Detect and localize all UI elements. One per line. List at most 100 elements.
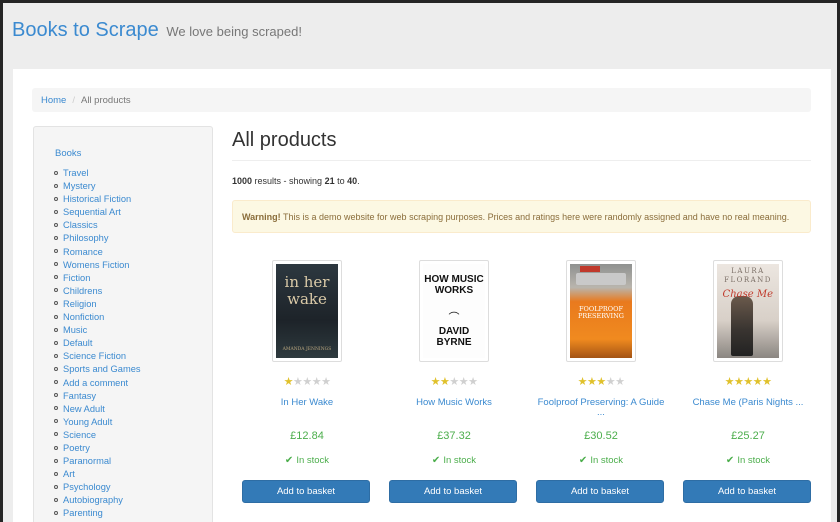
product-price: £37.32 (437, 430, 471, 442)
list-bullet-icon (54, 497, 58, 502)
add-to-basket-button[interactable]: Add to basket (242, 480, 370, 503)
list-bullet-icon (54, 196, 58, 201)
star-filled-icon: ★ (733, 376, 744, 388)
sidebar-category-link[interactable]: Fiction (63, 273, 90, 283)
site-brand[interactable]: Books to Scrape We love being scraped! (12, 19, 302, 42)
sidebar-category-link[interactable]: Nonfiction (63, 312, 104, 322)
add-to-basket-button[interactable]: Add to basket (683, 480, 811, 503)
sidebar-category-item: Autobiography (54, 494, 141, 507)
sidebar-category-link[interactable]: Poetry (63, 443, 90, 453)
product-title-ellipsis[interactable]: ... (536, 408, 666, 418)
list-bullet-icon (54, 314, 58, 319)
list-bullet-icon (54, 249, 58, 254)
sidebar-category-link[interactable]: Religion (63, 299, 97, 309)
cover-title: FOOLPROOF PRESERVING (577, 305, 624, 320)
list-bullet-icon (54, 484, 58, 489)
product-title-link[interactable]: Foolproof Preserving: A Guide ... (536, 396, 666, 418)
product-image-link[interactable]: FOOLPROOF PRESERVING (566, 260, 636, 362)
cover-title: in her wake (284, 273, 330, 308)
product-image-link[interactable]: LAURA FLORAND Chase Me (713, 260, 783, 362)
product-title-link[interactable]: Chase Me (Paris Nights ... (683, 396, 813, 410)
sidebar-category-item: Fantasy (54, 390, 141, 403)
sidebar-category-link[interactable]: New Adult (63, 404, 105, 414)
sidebar-category-link[interactable]: Science Fiction (63, 351, 126, 361)
book-cover-image[interactable]: LAURA FLORAND Chase Me (717, 264, 779, 358)
star-empty-icon: ★ (615, 376, 625, 388)
results-text-2: to (334, 176, 348, 186)
sidebar-category-item: Add a comment (54, 377, 141, 390)
product-price: £25.27 (731, 430, 765, 442)
sidebar-category-link[interactable]: Sports and Games (63, 364, 141, 374)
sidebar-category-link[interactable]: Paranormal (63, 456, 111, 466)
sidebar-category-item: Mystery (54, 180, 141, 193)
cover-author: AMANDA JENNINGS (282, 347, 332, 352)
sidebar-category-item: Young Adult (54, 416, 141, 429)
sidebar-category-link[interactable]: Classics (63, 220, 98, 230)
sidebar-category-link[interactable]: Historical Fiction (63, 194, 131, 204)
star-filled-icon: ★ (596, 376, 606, 388)
product-image-link[interactable]: in her wake AMANDA JENNINGS (272, 260, 342, 362)
list-bullet-icon (54, 183, 58, 188)
star-filled-icon: ★ (586, 376, 597, 388)
check-icon: ✔ (725, 455, 735, 466)
product-card: LAURA FLORAND Chase Me ★★★★★ Chase Me (P… (683, 257, 813, 507)
list-bullet-icon (54, 353, 58, 358)
sidebar-category-link[interactable]: Autobiography (63, 495, 123, 505)
cover-title: HOW MUSIC WORKS (424, 274, 484, 296)
category-sidebar: Books Travel Mystery Historical Fiction Seq… (33, 126, 213, 522)
add-to-basket-button[interactable]: Add to basket (536, 480, 664, 503)
book-cover-image[interactable]: FOOLPROOF PRESERVING (570, 264, 632, 358)
book-cover-image[interactable]: in her wake AMANDA JENNINGS (276, 264, 338, 358)
sidebar-category-link[interactable]: Romance (63, 247, 103, 257)
sidebar-category-link[interactable]: Add a comment (63, 378, 128, 388)
sidebar-category-link[interactable]: Psychology (63, 482, 111, 492)
sidebar-category-link[interactable]: Womens Fiction (63, 260, 129, 270)
sidebar-category-link[interactable]: Default (63, 338, 92, 348)
cover-badge (580, 266, 600, 272)
brand-link[interactable]: Books to Scrape (12, 19, 159, 41)
sidebar-category-item: Psychology (54, 481, 141, 494)
breadcrumb-home-link[interactable]: Home (41, 95, 66, 106)
sidebar-category-link[interactable]: Sequential Art (63, 207, 121, 217)
sidebar-category-link[interactable]: Art (63, 469, 75, 479)
product-image-link[interactable]: HOW MUSIC WORKS ⌒ DAVID BYRNE (419, 260, 489, 362)
results-to: 40 (347, 176, 358, 186)
sidebar-category-item: Paranormal (54, 455, 141, 468)
sidebar-category-link[interactable]: Mystery (63, 181, 96, 191)
sidebar-category-link[interactable]: Music (63, 325, 87, 335)
results-text-3: . (357, 176, 360, 186)
add-to-basket-button[interactable]: Add to basket (389, 480, 517, 503)
star-empty-icon: ★ (321, 376, 331, 388)
list-bullet-icon (54, 236, 58, 241)
sidebar-category-item: Romance (54, 246, 141, 259)
availability: ✔ In stock (536, 455, 666, 466)
list-bullet-icon (54, 406, 58, 411)
sidebar-category-item: New Adult (54, 403, 141, 416)
list-bullet-icon (54, 340, 58, 345)
breadcrumb-current: All products (80, 95, 131, 106)
results-total: 1000 (232, 176, 253, 186)
star-empty-icon: ★ (311, 376, 322, 388)
sidebar-category-link[interactable]: Science (63, 430, 96, 440)
title-divider (232, 160, 811, 161)
warning-text: This is a demo website for web scraping … (280, 212, 790, 222)
sidebar-category-item: Poetry (54, 442, 141, 455)
sidebar-category-link[interactable]: Parenting (63, 508, 103, 518)
sidebar-books-link[interactable]: Books (55, 148, 81, 159)
star-empty-icon: ★ (302, 376, 312, 388)
sidebar-category-link[interactable]: Childrens (63, 286, 102, 296)
sidebar-category-link[interactable]: Travel (63, 168, 89, 178)
sidebar-category-link[interactable]: Fantasy (63, 391, 96, 401)
list-bullet-icon (54, 288, 58, 293)
sidebar-category-link[interactable]: Philosophy (63, 233, 108, 243)
star-filled-icon: ★ (577, 376, 588, 388)
sidebar-category-item: Religion (54, 298, 141, 311)
tagline: We love being scraped! (166, 24, 302, 39)
product-title-link[interactable]: In Her Wake (242, 396, 372, 410)
book-cover-image[interactable]: HOW MUSIC WORKS ⌒ DAVID BYRNE (423, 264, 485, 358)
list-bullet-icon (54, 301, 58, 306)
sidebar-category-item: Childrens (54, 285, 141, 298)
sidebar-category-link[interactable]: Young Adult (63, 417, 112, 427)
sidebar-category-item: Historical Fiction (54, 193, 141, 206)
product-title-link[interactable]: How Music Works (389, 396, 519, 410)
